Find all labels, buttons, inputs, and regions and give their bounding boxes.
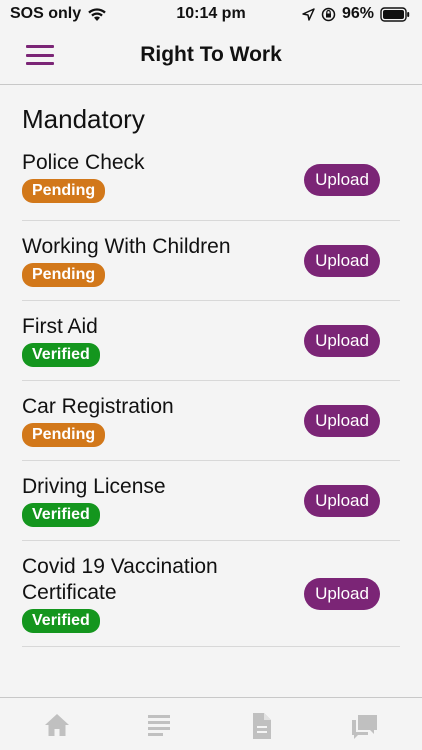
location-arrow-icon bbox=[302, 7, 315, 21]
document-row: Police Check Pending Upload bbox=[22, 140, 400, 221]
upload-button[interactable]: Upload bbox=[304, 244, 380, 277]
chat-icon bbox=[352, 715, 377, 739]
document-name: Covid 19 Vaccination Certificate bbox=[22, 555, 218, 604]
tab-documents[interactable] bbox=[249, 712, 279, 740]
upload-button[interactable]: Upload bbox=[304, 404, 380, 437]
orientation-lock-icon bbox=[321, 7, 336, 21]
carrier-label: SOS only bbox=[10, 5, 82, 22]
document-name: Working With Children bbox=[22, 235, 231, 258]
document-name: Police Check bbox=[22, 150, 145, 174]
upload-button[interactable]: Upload bbox=[304, 324, 380, 357]
home-icon bbox=[45, 714, 69, 736]
tab-messages[interactable] bbox=[350, 712, 380, 740]
tab-home[interactable] bbox=[43, 712, 73, 740]
battery-percent: 96% bbox=[341, 5, 374, 22]
document-list: Police Check Pending Upload Working With… bbox=[22, 140, 400, 647]
page-title: Right To Work bbox=[140, 43, 282, 66]
document-row: Driving License Verified Upload bbox=[22, 461, 400, 541]
wifi-icon bbox=[88, 7, 106, 21]
document-row: Covid 19 Vaccination Certificate Verifie… bbox=[22, 541, 400, 647]
upload-button[interactable]: Upload bbox=[304, 577, 380, 610]
document-name: Car Registration bbox=[22, 395, 174, 418]
document-row: Working With Children Pending Upload bbox=[22, 221, 400, 301]
upload-button[interactable]: Upload bbox=[304, 484, 380, 517]
section-title: Mandatory bbox=[22, 104, 145, 134]
status-badge: Pending bbox=[22, 178, 106, 203]
battery-icon bbox=[380, 6, 410, 22]
upload-button[interactable]: Upload bbox=[304, 164, 380, 196]
bottom-tab-bar bbox=[0, 697, 422, 750]
document-row: Car Registration Pending Upload bbox=[22, 381, 400, 461]
app-header: Right To Work bbox=[0, 28, 422, 85]
tab-list[interactable] bbox=[145, 712, 175, 740]
document-icon bbox=[253, 713, 271, 739]
status-badge: Verified bbox=[22, 609, 100, 633]
status-left: SOS only bbox=[10, 5, 107, 23]
list-icon bbox=[148, 715, 170, 736]
clock: 10:14 pm bbox=[176, 5, 246, 22]
hamburger-menu-icon[interactable] bbox=[26, 45, 54, 65]
status-badge: Pending bbox=[22, 423, 106, 447]
document-name: First Aid bbox=[22, 315, 98, 338]
status-right: 96% bbox=[302, 5, 410, 23]
status-bar: SOS only 10:14 pm 96% bbox=[0, 0, 422, 28]
status-badge: Verified bbox=[22, 343, 100, 367]
document-name: Driving License bbox=[22, 475, 166, 498]
main-content: Mandatory Police Check Pending Upload Wo… bbox=[22, 85, 400, 647]
document-row: First Aid Verified Upload bbox=[22, 301, 400, 381]
status-badge: Pending bbox=[22, 263, 106, 287]
status-badge: Verified bbox=[22, 503, 100, 527]
